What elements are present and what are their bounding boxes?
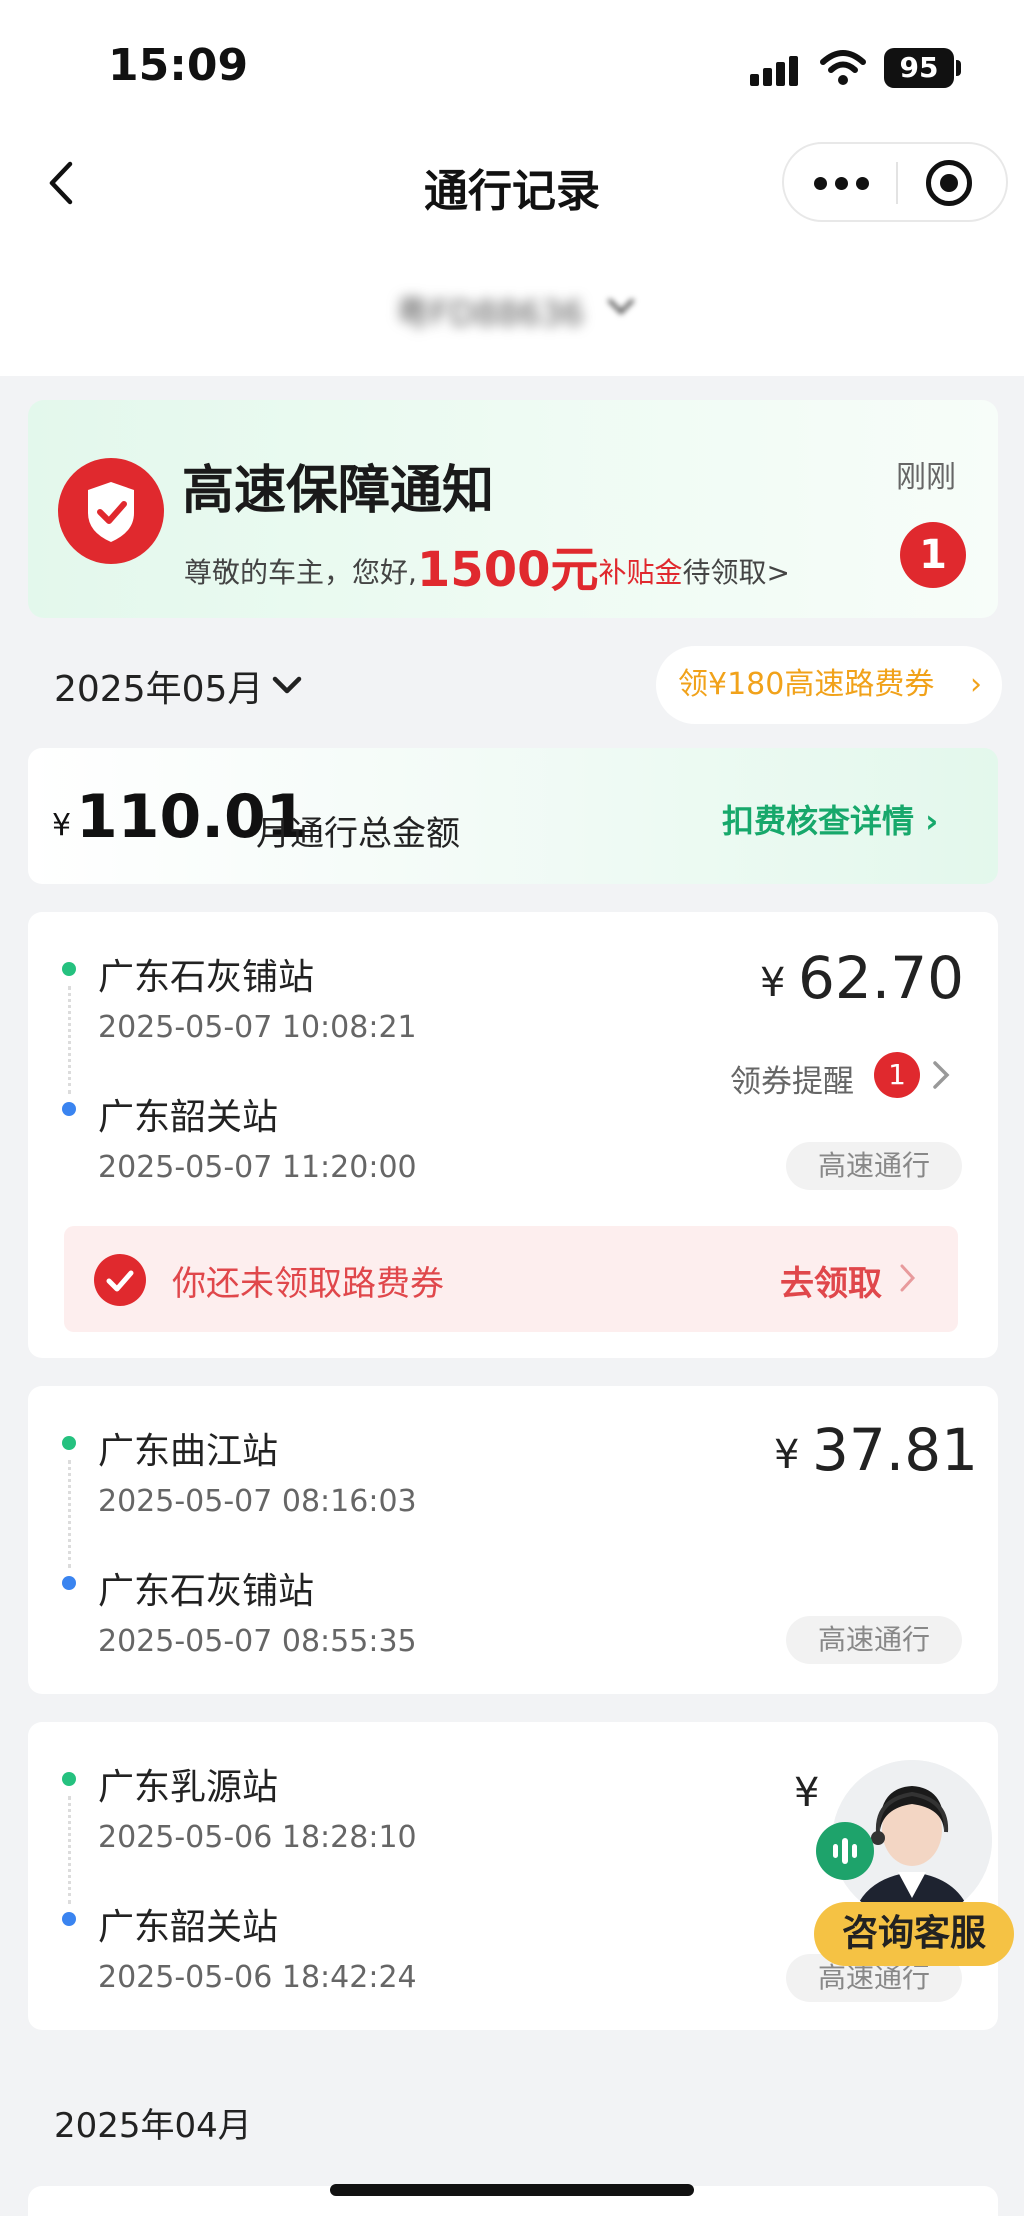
chevron-right-icon[interactable] [896,1262,920,1294]
trip-type-tag: 高速通行 [786,1142,962,1190]
month-selector[interactable]: 2025年05月 [54,660,263,712]
chevron-right-icon[interactable] [928,1058,954,1092]
chevron-down-icon[interactable] [270,668,304,702]
battery-tip [956,60,961,76]
entry-time: 2025-05-06 18:28:10 [98,1820,417,1855]
notice-subtitle: 尊敬的车主，您好,1500元补贴金待领取> [184,542,790,598]
customer-service-label[interactable]: 咨询客服 [814,1902,1014,1966]
entry-dot [62,1772,76,1786]
entry-time: 2025-05-07 08:16:03 [98,1484,417,1519]
exit-dot [62,1912,76,1926]
shield-icon [58,458,164,564]
notice-badge: 1 [900,522,966,588]
voice-icon [816,1822,874,1880]
trip-type-tag: 高速通行 [786,1616,962,1664]
notice-title: 高速保障通知 [182,461,495,521]
exit-station: 广东韶关站 [98,1097,279,1138]
mini-program-capsule [782,142,1008,222]
plate-selector[interactable]: 粤FD88636 [396,286,584,335]
entry-station: 广东乳源站 [98,1767,279,1808]
toll-coupon-button[interactable]: 领¥180高速路费券 › [656,646,1002,724]
entry-time: 2025-05-07 10:08:21 [98,1010,417,1045]
coupon-reminder[interactable]: 领券提醒 [730,1056,854,1101]
exit-station: 广东石灰铺站 [98,1571,315,1612]
exit-time: 2025-05-06 18:42:24 [98,1960,417,1995]
exit-dot [62,1576,76,1590]
entry-dot [62,962,76,976]
fee-currency: ¥ [774,1432,800,1478]
signal-icon [750,56,800,86]
exit-time: 2025-05-07 08:55:35 [98,1624,417,1659]
route-line [68,1796,71,1904]
notice-time: 刚刚 [896,460,956,495]
trip-fee: 37.81 [812,1416,979,1484]
route-line [68,1460,71,1568]
wifi-icon [820,50,866,85]
fee-currency: ¥ [760,960,786,1006]
chevron-down-icon[interactable] [604,290,638,324]
more-options-icon[interactable] [814,177,870,191]
entry-station: 广东曲江站 [98,1431,279,1472]
exit-dot [62,1102,76,1116]
status-time: 15:09 [108,40,249,91]
trip-fee: 62.70 [798,944,965,1012]
exit-time: 2025-05-07 11:20:00 [98,1150,417,1185]
currency-symbol: ¥ [52,808,72,843]
entry-station: 广东石灰铺站 [98,957,315,998]
unclaimed-text: 你还未领取路费券 [172,1264,444,1304]
reminder-badge: 1 [874,1052,920,1098]
monthly-total-label: 月通行总金额 [256,814,460,854]
chevron-right-icon: › [970,667,982,702]
exit-station: 广东韶关站 [98,1907,279,1948]
battery-indicator: 95 [884,48,954,88]
check-icon [94,1254,146,1306]
close-miniprogram-icon[interactable] [926,160,972,206]
route-line [68,986,71,1094]
capsule-divider [896,162,898,204]
deduction-detail-link[interactable]: 扣费核查详情 › [722,796,938,842]
home-indicator [330,2184,694,2196]
month-header: 2025年04月 [54,2106,252,2146]
customer-service-button[interactable]: 咨询客服 [814,1760,1014,1970]
claim-coupon-link[interactable]: 去领取 [780,1256,882,1305]
entry-dot [62,1436,76,1450]
